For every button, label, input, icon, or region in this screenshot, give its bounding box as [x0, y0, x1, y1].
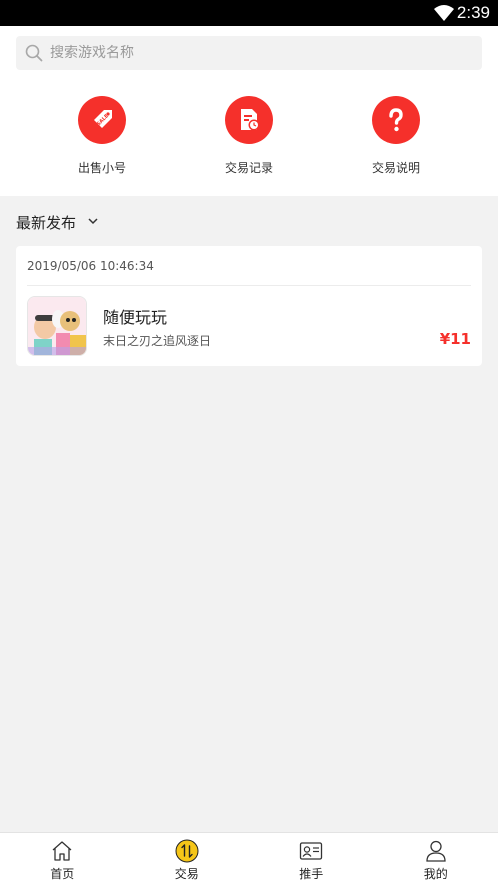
sale-tag-icon: SALE — [78, 96, 126, 144]
trade-help-label: 交易说明 — [371, 161, 420, 175]
tab-mine[interactable]: 我的 — [374, 833, 498, 885]
document-clock-icon — [225, 96, 273, 144]
top-section: SALE 出售小号 交易记录 交易说明 — [0, 26, 498, 196]
bottom-tabbar: 首页 交易 推手 我的 — [0, 832, 498, 885]
game-thumbnail — [27, 296, 87, 356]
id-card-icon — [300, 842, 323, 860]
tab-home-label: 首页 — [50, 867, 75, 881]
sell-account-button[interactable]: SALE 出售小号 — [52, 96, 152, 176]
tab-promoter[interactable]: 推手 — [249, 833, 374, 885]
wifi-icon — [434, 5, 454, 21]
tab-promoter-label: 推手 — [299, 867, 324, 881]
tab-mine-label: 我的 — [423, 867, 448, 881]
status-time: 2:39 — [456, 3, 490, 22]
user-icon — [426, 840, 446, 862]
listing-timestamp: 2019/05/06 10:46:34 — [27, 259, 154, 273]
question-icon — [372, 96, 420, 144]
search-icon — [25, 44, 43, 62]
latest-section-title[interactable]: 最新发布 — [16, 212, 76, 233]
listing-price: ¥11 — [439, 330, 471, 348]
divider — [27, 285, 471, 286]
tab-trade[interactable]: 交易 — [125, 833, 250, 885]
search-input[interactable] — [50, 36, 470, 70]
search-bar[interactable] — [16, 36, 482, 70]
home-icon — [52, 841, 72, 861]
trade-records-button[interactable]: 交易记录 — [199, 96, 299, 176]
listing-card[interactable]: 2019/05/06 10:46:34 随便玩玩 末日之刃之追风逐日 ¥11 — [16, 246, 482, 366]
tab-home[interactable]: 首页 — [0, 833, 125, 885]
chevron-down-icon[interactable] — [87, 215, 99, 227]
trade-records-label: 交易记录 — [224, 161, 273, 175]
listing-name: 随便玩玩 — [103, 308, 168, 327]
trade-icon — [175, 839, 199, 863]
trade-help-button[interactable]: 交易说明 — [346, 96, 446, 176]
status-bar: 2:39 — [0, 0, 498, 26]
sell-account-label: 出售小号 — [77, 161, 126, 175]
tab-trade-label: 交易 — [174, 867, 199, 881]
listing-game: 末日之刃之追风逐日 — [103, 334, 212, 348]
